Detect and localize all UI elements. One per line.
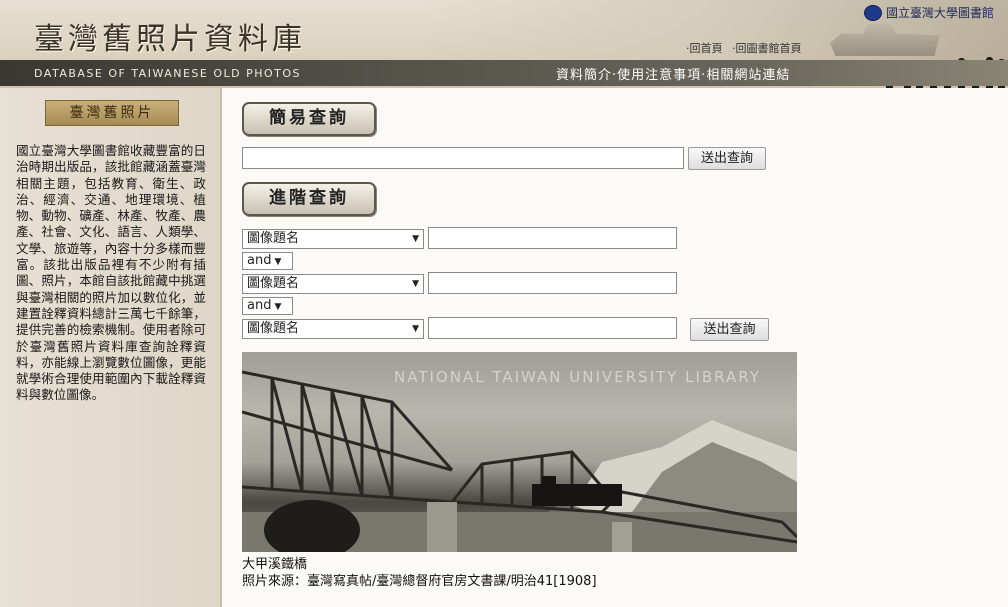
photo-watermark: NATIONAL TAIWAN UNIVERSITY LIBRARY: [394, 368, 761, 386]
operator-value: and: [247, 253, 272, 268]
advanced-field-select-2[interactable]: 圖像題名 ▼: [242, 274, 424, 294]
home-link[interactable]: ‧回首頁: [686, 42, 723, 55]
chevron-down-icon: ▼: [412, 324, 419, 334]
field-select-value: 圖像題名: [247, 276, 300, 291]
field-select-value: 圖像題名: [247, 321, 300, 336]
home-links: ‧回首頁 ‧回圖書館首頁: [686, 40, 808, 56]
advanced-query-input-1[interactable]: [428, 227, 677, 249]
site-title[interactable]: 臺灣舊照片資料庫: [34, 14, 306, 58]
simple-search-input[interactable]: [242, 147, 684, 169]
main-content: 簡易查詢 送出查詢 進階查詢 圖像題名 ▼ and ▼ 圖像題名 ▼ and ▼ 圖像題…: [222, 88, 1008, 607]
simple-search-heading[interactable]: 簡易查詢: [242, 102, 376, 136]
top-nav: 資料簡介‧使用注意事項‧相關網站連結: [556, 64, 790, 83]
library-name: 國立臺灣大學圖書館: [885, 6, 994, 20]
nav-related-links[interactable]: 相關網站連結: [706, 68, 790, 83]
sidebar: 臺灣舊照片 國立臺灣大學圖書館收藏豐富的日治時期出版品，該批館藏涵蓋臺灣相關主題…: [0, 88, 222, 607]
advanced-query-input-3[interactable]: [428, 317, 677, 339]
chevron-down-icon: ▼: [412, 234, 419, 244]
featured-photo: NATIONAL TAIWAN UNIVERSITY LIBRARY: [242, 352, 797, 552]
nav-usage-notes[interactable]: 使用注意事項: [617, 68, 701, 83]
site-subtitle-en: DATABASE OF TAIWANESE OLD PHOTOS: [34, 67, 302, 80]
ntu-library-logo[interactable]: 國立臺灣大學圖書館: [863, 4, 994, 21]
advanced-field-select-3[interactable]: 圖像題名 ▼: [242, 319, 424, 339]
site-header: 臺灣舊照片資料庫 國立臺灣大學圖書館 ‧回首頁 ‧回圖書館首頁 DATABASE…: [0, 0, 1008, 88]
photo-source: 照片來源：臺灣寫真帖/臺灣總督府官房文書課/明治41[1908]: [242, 574, 597, 589]
boolean-operator-select-2[interactable]: and ▼: [242, 297, 293, 315]
simple-search-submit-button[interactable]: 送出查詢: [688, 147, 766, 170]
sidebar-badge: 臺灣舊照片: [45, 100, 179, 126]
advanced-search-heading[interactable]: 進階查詢: [242, 182, 376, 216]
chevron-down-icon: ▼: [412, 279, 419, 289]
boolean-operator-select-1[interactable]: and ▼: [242, 252, 293, 270]
ntu-logo-icon: [863, 4, 882, 21]
nav-about[interactable]: 資料簡介: [556, 68, 612, 83]
field-select-value: 圖像題名: [247, 231, 300, 246]
chevron-down-icon: ▼: [274, 257, 282, 267]
advanced-query-input-2[interactable]: [428, 272, 677, 294]
chevron-down-icon: ▼: [274, 302, 282, 312]
operator-value: and: [247, 298, 272, 313]
sidebar-description: 國立臺灣大學圖書館收藏豐富的日治時期出版品，該批館藏涵蓋臺灣相關主題，包括教育、…: [16, 143, 206, 403]
advanced-field-select-1[interactable]: 圖像題名 ▼: [242, 229, 424, 249]
library-home-link[interactable]: ‧回圖書館首頁: [732, 42, 802, 55]
advanced-search-submit-button[interactable]: 送出查詢: [690, 318, 769, 341]
